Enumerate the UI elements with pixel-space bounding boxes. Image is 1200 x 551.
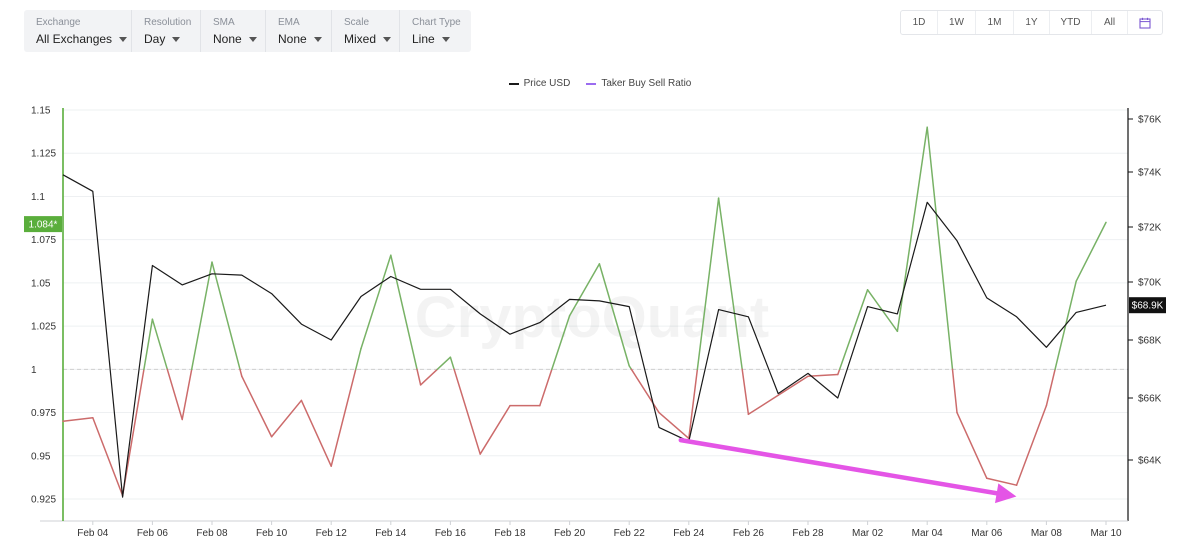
- x-tick-label: Mar 04: [912, 528, 944, 539]
- x-tick-label: Feb 04: [77, 528, 109, 539]
- ratio-line-segment: [777, 375, 809, 397]
- x-tick-label: Feb 18: [494, 528, 526, 539]
- x-tick-label: Feb 24: [673, 528, 705, 539]
- ratio-line-segment: [951, 368, 958, 414]
- x-tick-label: Feb 10: [256, 528, 288, 539]
- y-left-tick-label: 1.075: [31, 235, 56, 246]
- y-left-tick-label: 1: [31, 365, 37, 376]
- y-left-tick-label: 1.15: [31, 106, 51, 117]
- annotation-arrow-head: [995, 483, 1017, 504]
- x-tick-label: Feb 16: [435, 528, 467, 539]
- ratio-line-segment: [1015, 404, 1048, 486]
- x-tick-label: Feb 14: [375, 528, 407, 539]
- ratio-line-segment: [741, 368, 750, 416]
- x-tick-label: Mar 10: [1090, 528, 1122, 539]
- ratio-line-segment: [838, 289, 869, 371]
- chart-plot: CryptoQuant 0.925 0.95 0.975 1 1.025 1.05 1.07…: [24, 106, 1166, 539]
- y-left-tick-label: 0.925: [31, 495, 56, 506]
- ratio-line-segment: [807, 373, 839, 377]
- x-tick-label: Feb 06: [137, 528, 169, 539]
- ratio-line-segment: [143, 318, 154, 371]
- y-left-tick-label: 1.125: [31, 149, 56, 160]
- y-left-tick-label: 0.95: [31, 451, 51, 462]
- y-left-tick-label: 1.05: [31, 278, 51, 289]
- ratio-line-segment: [241, 375, 273, 438]
- ratio-line-segment: [62, 416, 94, 422]
- ratio-line-segment: [539, 368, 553, 407]
- ratio-line-segment: [986, 477, 1018, 486]
- ratio-line-segment: [1045, 368, 1056, 407]
- price-value-badge-text: $68.9K: [1132, 301, 1164, 312]
- ratio-line-segment: [747, 394, 779, 416]
- y-right-tick-label: $74K: [1138, 168, 1162, 179]
- ratio-line-segment: [453, 368, 481, 455]
- ratio-line-segment: [1075, 221, 1107, 282]
- ratio-line-segment: [419, 368, 439, 386]
- y-right-tick-label: $72K: [1138, 223, 1162, 234]
- ratio-line-segment: [354, 347, 362, 371]
- ratio-line-segment: [390, 254, 418, 371]
- x-tick-label: Feb 08: [196, 528, 228, 539]
- ratio-line-segment: [270, 399, 303, 438]
- ratio-line-segment: [300, 399, 332, 467]
- x-tick-label: Feb 22: [614, 528, 646, 539]
- ratio-line-segment: [688, 368, 699, 440]
- ratio-line-segment: [151, 318, 169, 371]
- x-tick-label: Feb 28: [792, 528, 824, 539]
- y-right-tick-label: $70K: [1138, 278, 1162, 289]
- ratio-line-segment: [926, 126, 954, 371]
- x-tick-label: Mar 06: [971, 528, 1003, 539]
- annotation-arrow: [678, 437, 1017, 504]
- y-right-tick-label: $76K: [1138, 115, 1162, 126]
- ratio-line-segment: [436, 356, 452, 371]
- ratio-line-segment: [630, 368, 660, 414]
- ratio-line-segment: [211, 261, 241, 371]
- ratio-line-segment: [166, 368, 183, 421]
- y-right-tick-label: $66K: [1138, 394, 1162, 405]
- ratio-line-segment: [449, 356, 455, 371]
- x-tick-label: Mar 08: [1031, 528, 1063, 539]
- y-right-tick-label: $68K: [1138, 336, 1162, 347]
- annotation-arrow-shaft: [678, 437, 999, 496]
- chart-page: Exchange All Exchanges Resolution Day SM…: [0, 0, 1200, 551]
- ratio-line-segment: [330, 368, 357, 467]
- ratio-line-segment: [956, 411, 988, 480]
- ratio-line-segment: [416, 368, 422, 386]
- x-tick-label: Feb 12: [316, 528, 348, 539]
- ratio-line-segment: [239, 368, 243, 377]
- y-left-tick-label: 1.025: [31, 322, 56, 333]
- ratio-line-segment: [837, 368, 841, 376]
- y-left-tick-label: 1.1: [31, 192, 45, 203]
- ratio-line-segment: [360, 254, 392, 350]
- x-tick-label: Feb 20: [554, 528, 586, 539]
- y-left-tick-label: 0.975: [31, 408, 56, 419]
- watermark: CryptoQuant: [415, 285, 769, 350]
- x-tick-label: Mar 02: [852, 528, 884, 539]
- ratio-value-badge-text: 1.084*: [29, 220, 58, 231]
- ratio-line-segment: [181, 368, 193, 421]
- x-tick-label: Feb 26: [733, 528, 765, 539]
- y-right-tick-label: $64K: [1138, 456, 1162, 467]
- ratio-line-segment: [896, 126, 928, 333]
